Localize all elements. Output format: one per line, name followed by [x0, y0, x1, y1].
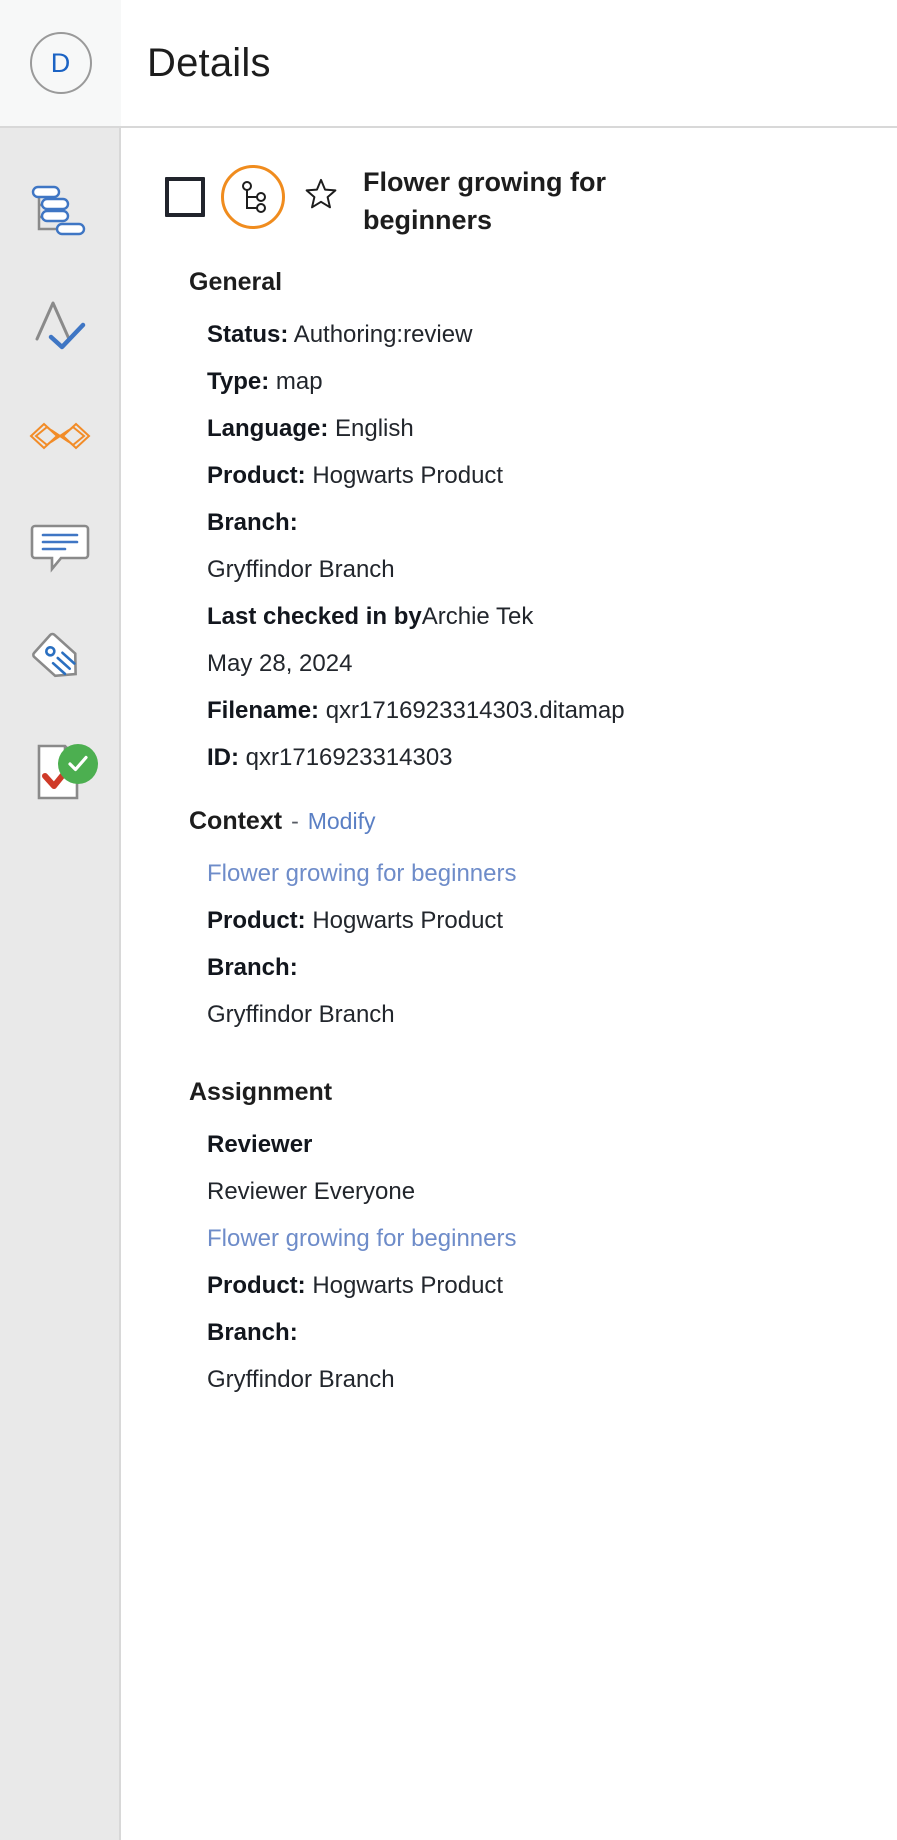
general-section: General Status: Authoring:review Type: m… — [165, 268, 869, 781]
field-product: Product: Hogwarts Product — [207, 452, 869, 499]
general-heading: General — [189, 267, 283, 296]
green-check-badge-icon — [58, 744, 98, 784]
field-status-label: Status: — [207, 320, 289, 348]
assignment-link-line: Flower growing for beginners — [207, 1215, 869, 1262]
avatar-cell: D — [0, 0, 121, 126]
avatar[interactable]: D — [29, 32, 92, 94]
sidebar-item-spellcheck[interactable] — [0, 268, 120, 380]
details-content: Flower growing for beginners General Sta… — [121, 128, 897, 1840]
general-fields: Status: Authoring:review Type: map Langu… — [207, 311, 869, 781]
assignment-section: Assignment Reviewer Reviewer Everyone Fl… — [165, 1078, 869, 1403]
context-field-product: Product: Hogwarts Product — [207, 897, 869, 944]
field-last-checked-value: Archie Tek — [421, 602, 534, 630]
context-product-value: Hogwarts Product — [312, 906, 504, 934]
assignment-role-value: Reviewer Everyone — [207, 1178, 416, 1206]
field-last-checked-date-line: May 28, 2024 — [207, 640, 869, 687]
body: Flower growing for beginners General Sta… — [0, 128, 897, 1840]
link-chain-icon — [27, 419, 93, 453]
context-branch-label-line: Branch: — [207, 944, 869, 991]
context-link-line: Flower growing for beginners — [207, 850, 869, 897]
field-status: Status: Authoring:review — [207, 311, 869, 358]
field-branch-label-line: Branch: — [207, 499, 869, 546]
assignment-role-label: Reviewer — [207, 1131, 313, 1159]
sidebar — [0, 128, 121, 1840]
field-language-label: Language: — [207, 414, 329, 442]
spellcheck-icon — [29, 295, 91, 353]
field-last-checked-label: Last checked in by — [207, 602, 422, 630]
context-modify-link[interactable]: Modify — [308, 808, 376, 835]
top-bar: D Details — [0, 0, 897, 128]
hierarchy-tree-icon — [29, 181, 91, 243]
sidebar-item-metadata-tags[interactable] — [0, 604, 120, 716]
field-id-value: qxr1716923314303 — [245, 743, 453, 771]
context-heading-row: Context - Modify — [189, 807, 869, 836]
assignment-branch-value-line: Gryffindor Branch — [207, 1356, 869, 1403]
field-id-label: ID: — [207, 743, 239, 771]
map-tree-icon[interactable] — [221, 165, 285, 229]
field-filename-label: Filename: — [207, 696, 320, 724]
context-section: Context - Modify Flower growing for begi… — [165, 807, 869, 1038]
field-branch-value: Gryffindor Branch — [207, 555, 395, 583]
field-filename-value: qxr1716923314303.ditamap — [325, 696, 625, 724]
context-document-link[interactable]: Flower growing for beginners — [207, 860, 516, 887]
field-last-checked-date: May 28, 2024 — [207, 649, 353, 677]
field-product-value: Hogwarts Product — [312, 461, 504, 489]
assignment-branch-label-line: Branch: — [207, 1309, 869, 1356]
comment-bubble-icon — [29, 520, 91, 576]
assignment-product-label: Product: — [207, 1272, 306, 1300]
field-status-value: Authoring:review — [293, 320, 473, 348]
field-type: Type: map — [207, 358, 869, 405]
details-panel: D Details Flower growing for beginners G… — [0, 0, 897, 1840]
context-branch-value-line: Gryffindor Branch — [207, 991, 869, 1038]
context-branch-label: Branch: — [207, 953, 298, 981]
sidebar-item-review-status[interactable] — [0, 716, 120, 828]
field-branch-value-line: Gryffindor Branch — [207, 546, 869, 593]
field-product-label: Product: — [207, 461, 306, 489]
sidebar-item-links[interactable] — [0, 380, 120, 492]
field-language: Language: English — [207, 405, 869, 452]
document-checkbox[interactable] — [165, 177, 205, 217]
assignment-branch-label: Branch: — [207, 1319, 298, 1347]
page-title: Details — [147, 40, 271, 85]
assignment-branch-value: Gryffindor Branch — [207, 1366, 395, 1394]
assignment-role-value-line: Reviewer Everyone — [207, 1168, 869, 1215]
field-id: ID: qxr1716923314303 — [207, 734, 869, 781]
context-dash: - — [291, 807, 299, 834]
avatar-initial: D — [50, 47, 71, 78]
star-outline-icon[interactable] — [303, 176, 339, 217]
assignment-document-link[interactable]: Flower growing for beginners — [207, 1225, 516, 1252]
context-heading: Context — [189, 806, 283, 835]
sidebar-item-map-structure[interactable] — [0, 156, 120, 268]
tag-icon — [29, 631, 91, 689]
sidebar-item-comments[interactable] — [0, 492, 120, 604]
assignment-heading: Assignment — [189, 1078, 333, 1107]
field-type-label: Type: — [207, 367, 270, 395]
context-product-label: Product: — [207, 906, 306, 934]
field-branch-label: Branch: — [207, 508, 298, 536]
document-header: Flower growing for beginners — [165, 162, 869, 240]
field-type-value: map — [275, 367, 323, 395]
title-cell: Details — [121, 0, 897, 126]
assignment-fields: Reviewer Reviewer Everyone Flower growin… — [207, 1121, 869, 1403]
field-language-value: English — [335, 414, 414, 442]
context-fields: Flower growing for beginners Product: Ho… — [207, 850, 869, 1038]
document-title: Flower growing for beginners — [363, 167, 606, 235]
assignment-field-product: Product: Hogwarts Product — [207, 1262, 869, 1309]
context-branch-value: Gryffindor Branch — [207, 1001, 395, 1028]
field-last-checked-in: Last checked in byArchie Tek — [207, 593, 869, 640]
field-filename: Filename: qxr1716923314303.ditamap — [207, 687, 869, 734]
assignment-product-value: Hogwarts Product — [312, 1272, 504, 1300]
